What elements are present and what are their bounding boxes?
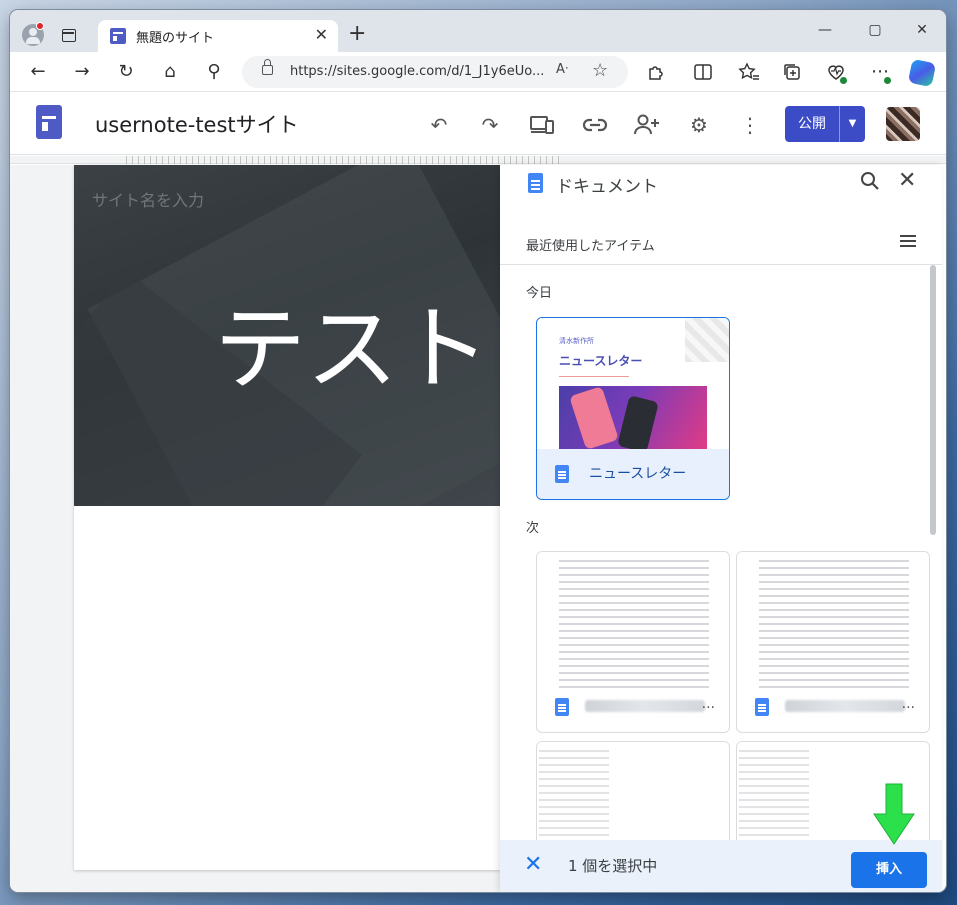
picker-header: ドキュメント ✕ 最近使用したアイテム: [500, 165, 942, 265]
sites-logo-icon[interactable]: [36, 105, 62, 139]
card-footer: ...: [537, 682, 729, 732]
redo-icon[interactable]: ↷: [476, 111, 504, 139]
search-icon[interactable]: ⚲: [202, 60, 226, 84]
doc-thumbnail: 清水新作所 ニュースレター: [537, 318, 729, 453]
address-bar[interactable]: https://sites.google.com/d/1_J1y6eUo... …: [242, 56, 628, 88]
update-badge: [883, 76, 892, 85]
forward-icon[interactable]: →: [70, 60, 94, 84]
doc-card[interactable]: ...: [536, 551, 730, 733]
share-add-user-icon[interactable]: [633, 113, 661, 137]
tab-close-button[interactable]: ✕: [315, 25, 328, 45]
undo-icon[interactable]: ↶: [425, 111, 453, 139]
green-arrow-icon: [873, 783, 915, 845]
thumbnail-rule: [559, 376, 629, 377]
more-options-icon[interactable]: ⋮: [736, 111, 764, 139]
publish-button-group: 公開 ▼: [785, 106, 865, 142]
editor-canvas: サイト名を入力 テスト: [10, 165, 500, 892]
read-aloud-icon[interactable]: Aᐧ: [556, 62, 568, 77]
site-title-input[interactable]: サイト名を入力: [92, 187, 204, 211]
sites-header: usernote-testサイト ↶ ↷ ⚙ ⋮ 公開 ▼: [10, 93, 946, 155]
site-name[interactable]: usernote-testサイト: [95, 109, 299, 139]
back-icon[interactable]: ←: [26, 60, 50, 84]
google-docs-icon: [528, 173, 543, 193]
doc-card[interactable]: ...: [736, 551, 930, 733]
maximize-button[interactable]: ▢: [860, 18, 890, 42]
notification-dot: [36, 22, 44, 30]
picker-scrollbar[interactable]: [930, 265, 936, 535]
doc-name: ニュースレター: [589, 466, 687, 482]
favorites-icon[interactable]: [738, 62, 760, 82]
list-view-icon[interactable]: [900, 235, 916, 248]
home-icon[interactable]: ⌂: [158, 60, 182, 84]
doc-name-redacted: [585, 700, 705, 712]
picker-title: ドキュメント: [556, 177, 658, 197]
thumbnail-publisher: 清水新作所: [559, 337, 594, 345]
thumbnail-text-lines: [759, 560, 909, 690]
picker-search-icon[interactable]: [860, 171, 880, 191]
doc-name-redacted: [785, 700, 905, 712]
window-close-button[interactable]: ✕: [907, 18, 937, 42]
header-banner[interactable]: サイト名を入力 テスト: [74, 165, 500, 506]
thumbnail-title: ニュースレター: [559, 354, 643, 368]
card-footer: ...: [737, 682, 929, 732]
extensions-icon[interactable]: [646, 62, 666, 82]
doc-card-newsletter[interactable]: 清水新作所 ニュースレター ニュースレター: [536, 317, 730, 500]
browser-window: 無題のサイト ✕ + — ▢ ✕ ← → ↻ ⌂ ⚲ https://sites…: [10, 10, 946, 892]
url-text: https://sites.google.com/d/1_J1y6eUo...: [290, 64, 545, 79]
google-docs-icon: [555, 465, 569, 483]
favorite-star-icon[interactable]: ☆: [592, 60, 608, 81]
ruler: [10, 156, 946, 164]
publish-dropdown-icon[interactable]: ▼: [840, 106, 865, 142]
copilot-icon[interactable]: [907, 58, 937, 88]
browser-tab[interactable]: 無題のサイト ✕: [98, 20, 338, 52]
copy-link-icon[interactable]: [582, 117, 608, 133]
settings-gear-icon[interactable]: ⚙: [685, 111, 713, 139]
google-docs-icon: [555, 698, 569, 716]
insert-button[interactable]: 挿入: [851, 852, 927, 888]
clear-selection-button[interactable]: ✕: [524, 852, 542, 878]
thumbnail-text-lines: [559, 560, 709, 690]
split-screen-icon[interactable]: [693, 62, 713, 82]
thumbnail-corner: [685, 318, 729, 362]
preview-devices-icon[interactable]: [529, 114, 555, 136]
reload-icon[interactable]: ↻: [114, 60, 138, 84]
section-today-label: 今日: [526, 286, 553, 301]
collections-icon[interactable]: [782, 62, 802, 82]
recent-items-label[interactable]: 最近使用したアイテム: [526, 235, 655, 254]
page-title[interactable]: テスト: [214, 275, 490, 408]
publish-button[interactable]: 公開: [785, 106, 839, 142]
sites-favicon-icon: [110, 28, 126, 44]
google-docs-icon: [755, 698, 769, 716]
essentials-badge: [839, 76, 848, 85]
lock-icon[interactable]: [262, 59, 273, 75]
ruler-marks: [126, 156, 562, 164]
picker-close-button[interactable]: ✕: [898, 169, 916, 193]
title-bar: 無題のサイト ✕ + — ▢ ✕: [10, 10, 946, 52]
more-indicator: ...: [701, 696, 715, 712]
section-next-label: 次: [526, 521, 540, 536]
tab-actions-icon[interactable]: [62, 29, 76, 42]
selection-bar: ✕ 1 個を選択中 挿入: [500, 840, 942, 892]
account-avatar[interactable]: [886, 107, 920, 141]
more-indicator: ...: [901, 696, 915, 712]
tab-title: 無題のサイト: [136, 31, 215, 46]
site-page[interactable]: サイト名を入力 テスト: [74, 165, 500, 870]
doc-thumbnail: [537, 552, 729, 690]
new-tab-button[interactable]: +: [348, 23, 366, 45]
doc-thumbnail: [737, 552, 929, 690]
minimize-button[interactable]: —: [810, 18, 840, 42]
selection-count: 1 個を選択中: [568, 857, 658, 875]
card-footer: ニュースレター: [537, 449, 729, 499]
address-toolbar: ← → ↻ ⌂ ⚲ https://sites.google.com/d/1_J…: [10, 52, 946, 92]
